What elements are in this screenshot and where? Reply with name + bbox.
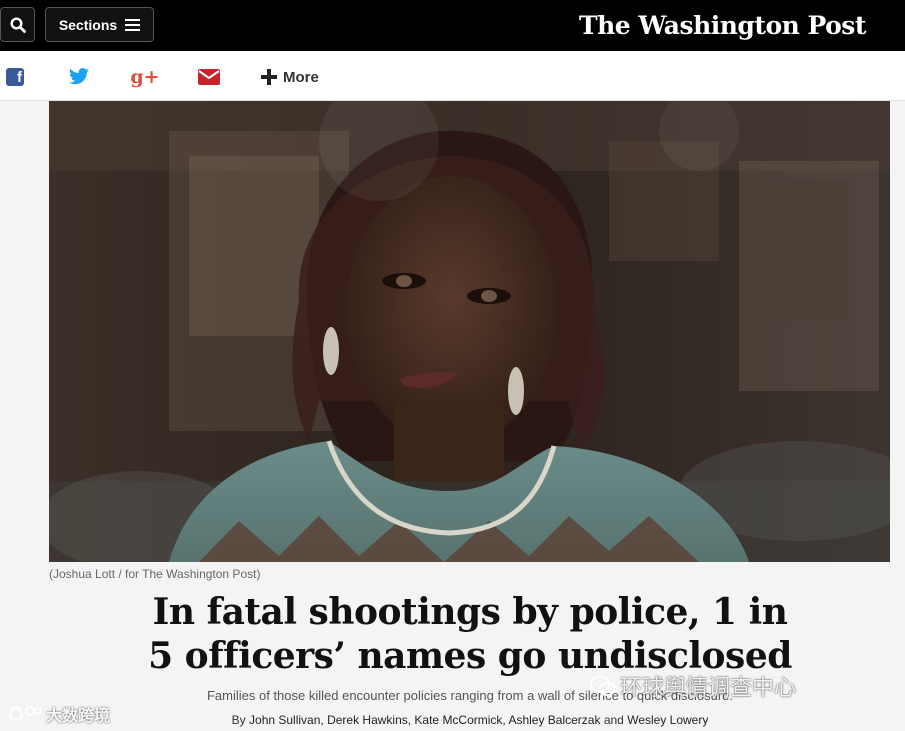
email-icon (198, 69, 220, 85)
googleplus-share-button[interactable]: g+ (130, 66, 160, 88)
search-icon (9, 16, 26, 33)
washington-post-logo[interactable]: The Washington Post (579, 8, 866, 44)
headline-line-1: In fatal shootings by police, 1 in (152, 591, 788, 633)
byline-authors[interactable]: John Sullivan, Derek Hawkins, Kate McCor… (249, 713, 600, 727)
more-share-button[interactable]: More (261, 65, 319, 89)
plus-icon (261, 69, 277, 85)
watermark-right: 环球舆情调查中心 (590, 670, 796, 702)
more-label: More (283, 68, 319, 86)
sections-label: Sections (58, 16, 118, 33)
byline-last-author[interactable]: Wesley Lowery (627, 713, 708, 727)
googleplus-icon: g+ (130, 66, 160, 88)
watermark-left-text: 大数跨境 (46, 708, 111, 725)
portrait-photo-illustration (49, 101, 890, 562)
photo-credit: (Joshua Lott / for The Washington Post) (49, 567, 261, 581)
article-byline: By John Sullivan, Derek Hawkins, Kate Mc… (100, 713, 840, 727)
wechat-icon (590, 675, 616, 696)
email-share-button[interactable] (197, 67, 221, 87)
byline-prefix: By (231, 713, 246, 727)
facebook-share-button[interactable]: f (6, 68, 24, 86)
search-button[interactable] (0, 7, 35, 42)
twitter-icon (69, 68, 89, 85)
byline-and: and (603, 713, 624, 727)
top-navigation-bar: Sections The Washington Post (0, 0, 905, 51)
article-headline: In fatal shootings by police, 1 in 5 off… (100, 590, 840, 678)
twitter-share-button[interactable] (67, 67, 91, 87)
facebook-icon: f (17, 68, 22, 86)
hamburger-icon (125, 18, 141, 31)
share-toolbar: f g+ More (0, 51, 905, 101)
watermark-right-text: 环球舆情调查中心 (620, 675, 797, 700)
logo-mark-icon (8, 706, 42, 722)
article-photo (49, 101, 890, 562)
watermark-left: 大数跨境 (8, 702, 110, 726)
sections-menu-button[interactable]: Sections (45, 7, 154, 42)
